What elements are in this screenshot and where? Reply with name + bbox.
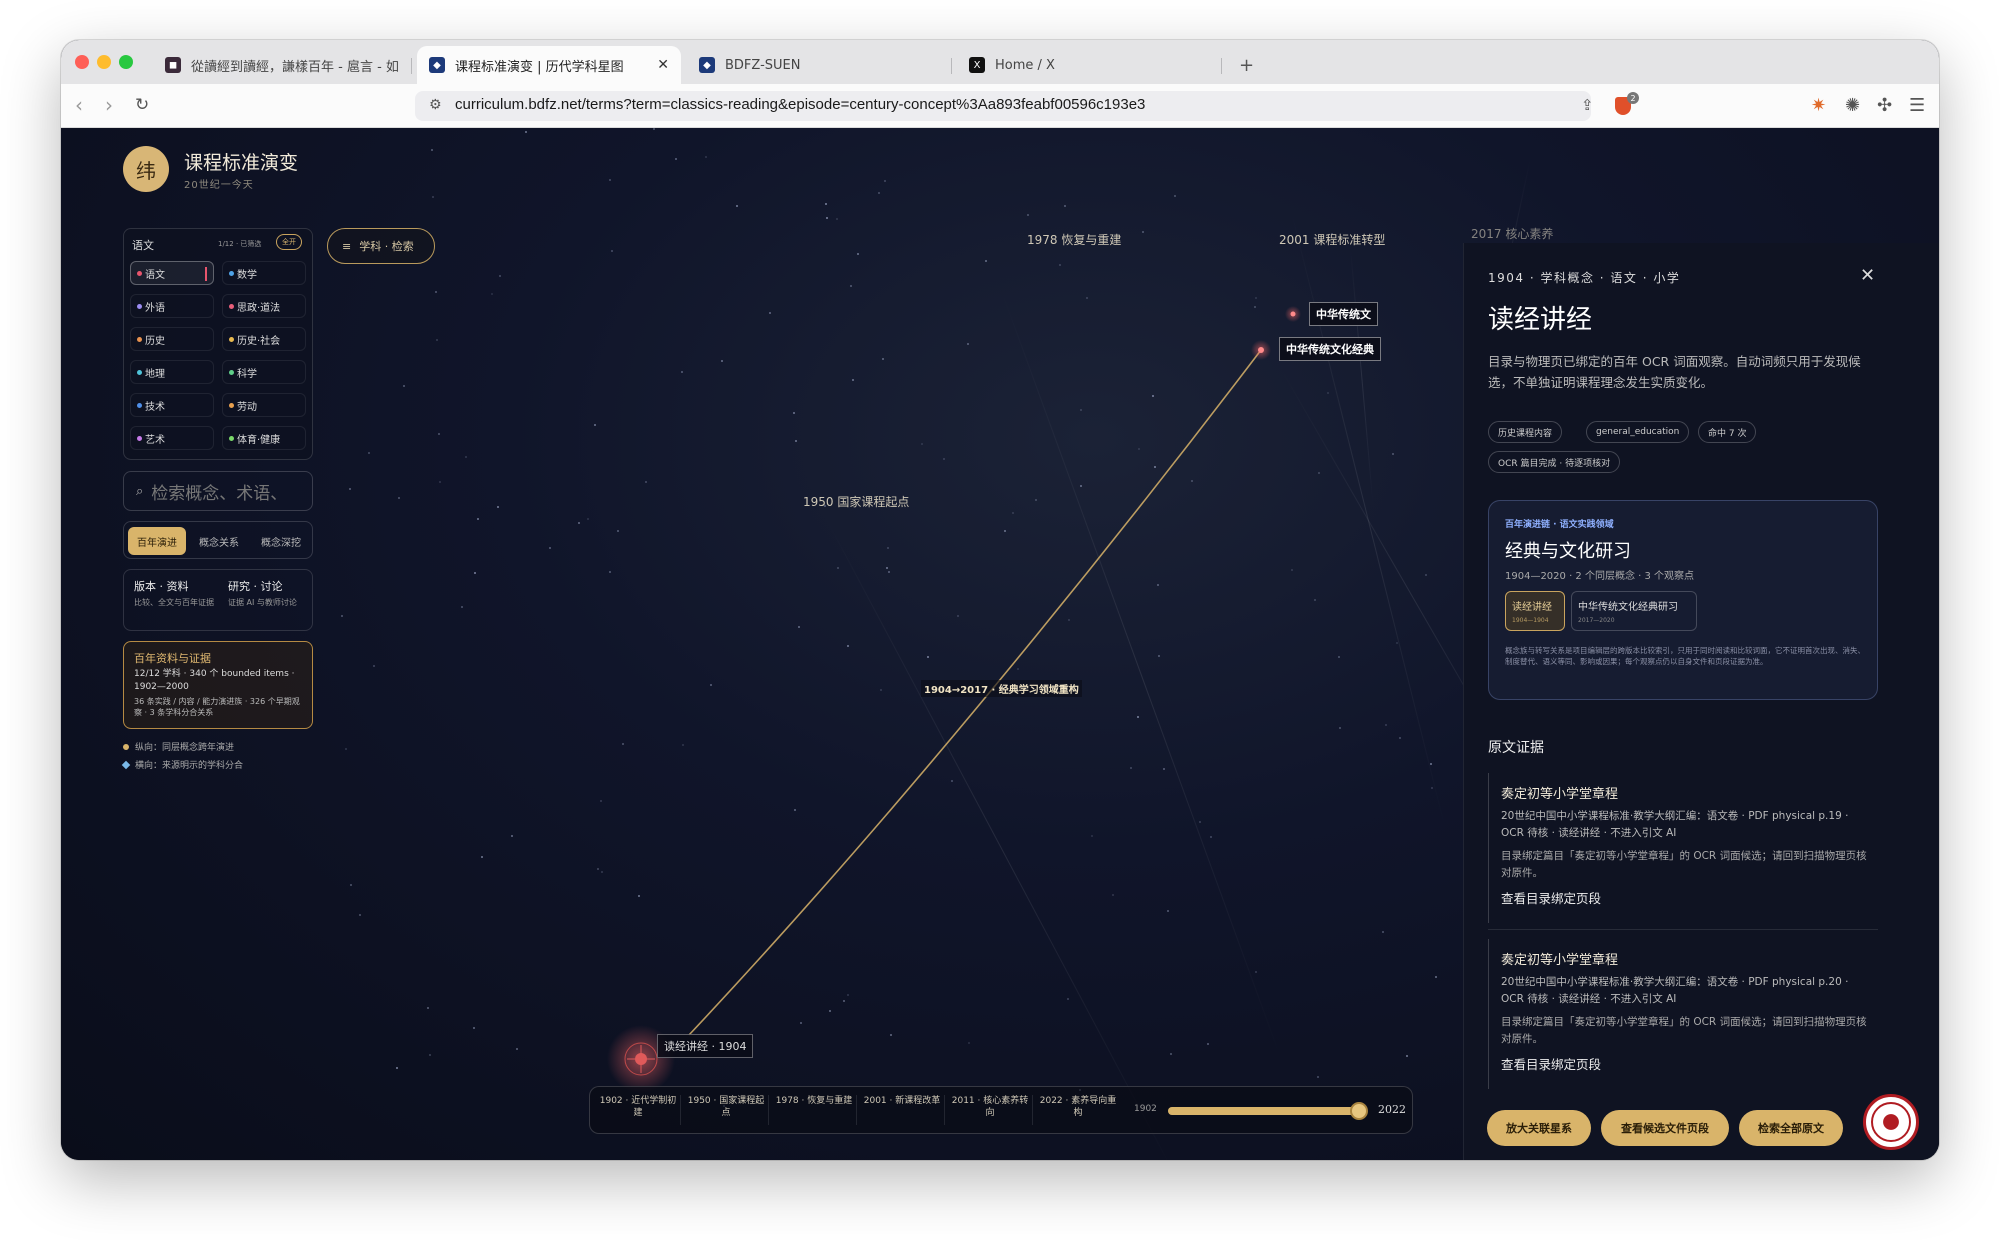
evidence-heading: 原文证据 (1488, 740, 1544, 756)
evolution-chain-card: 百年演进链 · 语文实践领域 经典与文化研习 1904—2020 · 2 个同层… (1488, 500, 1878, 700)
tab-divider (951, 58, 952, 74)
tab-3[interactable]: ◆ BDFZ-SUEN (687, 46, 951, 84)
evidence-item: 奏定初等小学堂章程 20世纪中国中小学课程标准·教学大纲汇编：语文卷 · PDF… (1488, 939, 1878, 1089)
evidence-note: 目录绑定篇目「奏定初等小学堂章程」的 OCR 词面候选；请回到扫描物理页核对原件… (1501, 1016, 1867, 1045)
end-node-label-2[interactable]: 中华传统文化经典 (1279, 337, 1381, 361)
tab-title: BDFZ-SUEN (725, 57, 801, 73)
card-title: 经典与文化研习 (1505, 541, 1631, 562)
timeline-stop-1[interactable]: 1950 · 国家课程起点 (684, 1095, 768, 1119)
range-end: 2022 (1378, 1103, 1406, 1116)
app-page: 纬 课程标准演变 20世纪一今天 语文 1/12 · 已筛选 全开 语文 数学 外语… (61, 128, 1939, 1160)
detail-title: 读经讲经 (1488, 305, 1593, 335)
tab-divider (1221, 58, 1222, 74)
divider (1488, 929, 1878, 930)
evidence-item: 奏定初等小学堂章程 20世纪中国中小学课程标准·教学大纲汇编：语文卷 · PDF… (1488, 773, 1878, 923)
range-start: 1902 (1134, 1104, 1157, 1114)
evidence-source: 20世纪中国中小学课程标准·教学大纲汇编：语文卷 · PDF physical … (1501, 976, 1849, 1005)
card-note: 概念族与转写关系是项目编辑层的跨版本比较索引，只用于同时阅读和比较词面，它不证明… (1505, 646, 1865, 666)
forward-icon[interactable]: › (105, 94, 113, 116)
chain-node-traditional-culture[interactable]: 中华传统文化经典研习 2017—2020 (1571, 591, 1697, 631)
minimize-window-button[interactable] (97, 55, 111, 69)
chip-ocr-status[interactable]: OCR 篇目完成 · 待逐项核对 (1488, 451, 1621, 473)
year-slider-fill (1168, 1107, 1364, 1115)
tab-bar: ◼ 從讀經到讀經，謙樣百年 - 扈言 - 如 ◆ 课程标准演变 | 历代学科星图… (61, 40, 1939, 84)
timeline-divider (1032, 1095, 1033, 1125)
back-icon[interactable]: ‹ (75, 94, 83, 116)
shield-count-badge: 2 (1627, 92, 1639, 104)
timeline-divider (944, 1095, 945, 1125)
start-node-label[interactable]: 读经讲经 · 1904 (657, 1034, 754, 1058)
browser-window: ◼ 從讀經到讀經，謙樣百年 - 扈言 - 如 ◆ 课程标准演变 | 历代学科星图… (61, 40, 1939, 1160)
chain-node-reading-classics[interactable]: 读经讲经 1904—1904 (1505, 591, 1565, 631)
close-tab-icon[interactable]: ✕ (657, 57, 669, 73)
share-icon[interactable]: ⇪ (1581, 96, 1594, 114)
tab-title: 從讀經到讀經，謙樣百年 - 扈言 - 如 (191, 59, 399, 75)
chain-node-years: 2017—2020 (1578, 617, 1615, 624)
detail-description: 目录与物理页已绑定的百年 OCR 词面观察。自动词频只用于发现候选，不单独证明课… (1488, 354, 1861, 390)
openai-extension-icon[interactable]: ✺ (1845, 95, 1860, 116)
close-panel-icon[interactable]: ✕ (1860, 265, 1875, 286)
tab-2-active[interactable]: ◆ 课程标准演变 | 历代学科星图 ✕ (417, 46, 681, 84)
site-settings-icon[interactable]: ⚙ (429, 97, 442, 113)
timeline-divider (768, 1095, 769, 1125)
timeline-bar: 1902 · 近代学制初建 1950 · 国家课程起点 1978 · 恢复与重建 20… (589, 1086, 1413, 1134)
timeline-stop-4[interactable]: 2011 · 核心素养转向 (948, 1095, 1032, 1119)
tab-4[interactable]: X Home / X (957, 46, 1221, 84)
close-window-button[interactable] (75, 55, 89, 69)
end-node-label-1[interactable]: 中华传统文 (1309, 302, 1378, 326)
card-meta: 1904—2020 · 2 个同层概念 · 3 个观察点 (1505, 571, 1695, 582)
tab-divider (411, 58, 412, 74)
tab-favicon-icon: ◆ (429, 57, 445, 73)
reload-icon[interactable]: ↻ (135, 94, 149, 116)
timeline-stop-0[interactable]: 1902 · 近代学制初建 (596, 1095, 680, 1119)
chain-node-label: 读经讲经 (1512, 602, 1552, 613)
timeline-stop-2[interactable]: 1978 · 恢复与重建 (772, 1095, 856, 1107)
search-all-text-button[interactable]: 检索全部原文 (1739, 1110, 1843, 1146)
zoom-window-button[interactable] (119, 55, 133, 69)
view-page-link[interactable]: 查看目录绑定页段 (1501, 888, 1878, 907)
chip-category[interactable]: 历史课程内容 (1488, 421, 1563, 443)
extensions-icon[interactable]: ✣ (1877, 95, 1892, 116)
new-tab-button[interactable]: + (1227, 46, 1257, 84)
detail-breadcrumb: 1904 · 学科概念 · 语文 · 小学 (1488, 271, 1681, 285)
edge-label: 1904→2017 · 经典学习领域重构 (921, 680, 1082, 697)
chip-hits[interactable]: 命中 7 次 (1698, 421, 1757, 443)
chip-type[interactable]: general_education (1586, 421, 1690, 443)
concept-detail-panel: 1904 · 学科概念 · 语文 · 小学 ✕ 读经讲经 目录与物理页已绑定的百… (1463, 243, 1939, 1160)
url-field[interactable]: ⚙ curriculum.bdfz.net/terms?term=classic… (415, 91, 1639, 121)
timeline-divider (680, 1095, 681, 1125)
school-seal-icon[interactable] (1863, 1094, 1919, 1150)
tab-favicon-icon: ◼ (165, 57, 181, 73)
end-node-2[interactable] (1258, 347, 1264, 353)
view-candidate-pages-button[interactable]: 查看候选文件页段 (1601, 1110, 1729, 1146)
year-slider-thumb[interactable] (1350, 1102, 1368, 1120)
x-logo-icon: X (969, 57, 985, 73)
evidence-source: 20世纪中国中小学课程标准·教学大纲汇编：语文卷 · PDF physical … (1501, 810, 1849, 839)
view-page-link[interactable]: 查看目录绑定页段 (1501, 1054, 1878, 1073)
chain-node-years: 1904—1904 (1512, 617, 1549, 624)
chain-node-label: 中华传统文化经典研习 (1578, 602, 1678, 613)
seal-inner (1871, 1102, 1911, 1142)
expand-galaxy-button[interactable]: 放大关联星系 (1487, 1110, 1591, 1146)
tab-title: Home / X (995, 57, 1055, 73)
tab-favicon-icon: ◆ (699, 57, 715, 73)
end-node-1[interactable] (1290, 311, 1296, 317)
evidence-title: 奏定初等小学堂章程 (1501, 953, 1619, 968)
menu-icon[interactable]: ☰ (1909, 95, 1925, 116)
address-bar-row: ‹ › ↻ ⚙ curriculum.bdfz.net/terms?term=c… (61, 84, 1939, 128)
timeline-divider (856, 1095, 857, 1125)
card-kicker: 百年演进链 · 语文实践领域 (1505, 520, 1614, 530)
timeline-stop-3[interactable]: 2001 · 新课程改革 (860, 1095, 944, 1107)
url-text: curriculum.bdfz.net/terms?term=classics-… (455, 96, 1146, 113)
year-slider-track[interactable] (1168, 1102, 1368, 1120)
timeline-stop-5[interactable]: 2022 · 素养导向重构 (1036, 1095, 1120, 1119)
sun-extension-icon[interactable]: ✷ (1811, 95, 1826, 116)
tab-title: 课程标准演变 | 历代学科星图 (455, 59, 624, 75)
tab-1[interactable]: ◼ 從讀經到讀經，謙樣百年 - 扈言 - 如 (153, 46, 405, 84)
evidence-note: 目录绑定篇目「奏定初等小学堂章程」的 OCR 词面候选；请回到扫描物理页核对原件… (1501, 850, 1867, 879)
evidence-title: 奏定初等小学堂章程 (1501, 787, 1619, 802)
